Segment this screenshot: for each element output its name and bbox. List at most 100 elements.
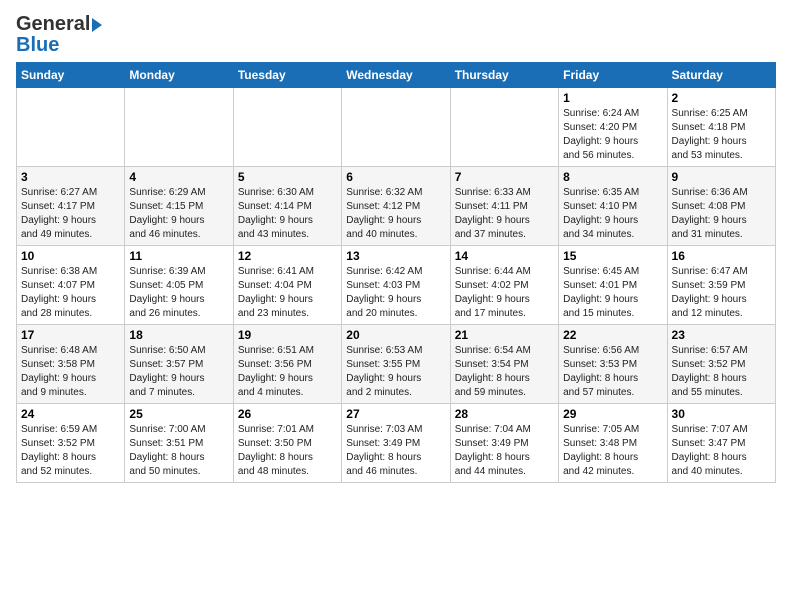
cell-content: 14Sunrise: 6:44 AM Sunset: 4:02 PM Dayli… <box>455 249 554 321</box>
cell-info: Sunrise: 6:39 AM Sunset: 4:05 PM Dayligh… <box>129 265 228 321</box>
week-row-0: 1 Sunrise: 6:24 AM Sunset: 4:20 PM Daylig… <box>17 88 776 167</box>
page: General Blue SundayMondayTuesdayWednesda… <box>0 0 792 493</box>
day-cell: 2 Sunrise: 6:25 AM Sunset: 4:18 PM Daylig… <box>667 88 775 167</box>
header: General Blue <box>16 10 776 56</box>
day-cell: 16Sunrise: 6:47 AM Sunset: 3:59 PM Dayli… <box>667 246 775 325</box>
day-number: 7 <box>455 170 554 184</box>
cell-content: 13Sunrise: 6:42 AM Sunset: 4:03 PM Dayli… <box>346 249 445 321</box>
cell-info: Sunrise: 6:33 AM Sunset: 4:11 PM Dayligh… <box>455 186 554 242</box>
cell-info: Sunrise: 6:38 AM Sunset: 4:07 PM Dayligh… <box>21 265 120 321</box>
header-cell-tuesday: Tuesday <box>233 63 341 88</box>
day-number: 26 <box>238 407 337 421</box>
day-cell: 13Sunrise: 6:42 AM Sunset: 4:03 PM Dayli… <box>342 246 450 325</box>
cell-info: Sunrise: 7:04 AM Sunset: 3:49 PM Dayligh… <box>455 423 554 479</box>
cell-info: Sunrise: 6:50 AM Sunset: 3:57 PM Dayligh… <box>129 344 228 400</box>
day-number: 14 <box>455 249 554 263</box>
cell-content: 17Sunrise: 6:48 AM Sunset: 3:58 PM Dayli… <box>21 328 120 400</box>
cell-content: 23 Sunrise: 6:57 AM Sunset: 3:52 PM Dayli… <box>672 328 771 400</box>
day-number: 27 <box>346 407 445 421</box>
day-number: 17 <box>21 328 120 342</box>
cell-info: Sunrise: 6:24 AM Sunset: 4:20 PM Dayligh… <box>563 107 662 163</box>
header-cell-thursday: Thursday <box>450 63 558 88</box>
day-cell: 9 Sunrise: 6:36 AM Sunset: 4:08 PM Daylig… <box>667 167 775 246</box>
week-row-1: 3 Sunrise: 6:27 AM Sunset: 4:17 PM Daylig… <box>17 167 776 246</box>
cell-info: Sunrise: 6:59 AM Sunset: 3:52 PM Dayligh… <box>21 423 120 479</box>
cell-content: 10 Sunrise: 6:38 AM Sunset: 4:07 PM Dayli… <box>21 249 120 321</box>
cell-info: Sunrise: 6:35 AM Sunset: 4:10 PM Dayligh… <box>563 186 662 242</box>
day-cell: 22Sunrise: 6:56 AM Sunset: 3:53 PM Dayli… <box>559 325 667 404</box>
day-cell: 30Sunrise: 7:07 AM Sunset: 3:47 PM Dayli… <box>667 404 775 483</box>
calendar-body: 1 Sunrise: 6:24 AM Sunset: 4:20 PM Daylig… <box>17 88 776 483</box>
header-cell-friday: Friday <box>559 63 667 88</box>
cell-info: Sunrise: 6:41 AM Sunset: 4:04 PM Dayligh… <box>238 265 337 321</box>
day-cell: 5Sunrise: 6:30 AM Sunset: 4:14 PM Daylig… <box>233 167 341 246</box>
cell-content: 19Sunrise: 6:51 AM Sunset: 3:56 PM Dayli… <box>238 328 337 400</box>
logo-wrapper: General Blue <box>16 14 102 56</box>
cell-content: 22Sunrise: 6:56 AM Sunset: 3:53 PM Dayli… <box>563 328 662 400</box>
cell-info: Sunrise: 6:42 AM Sunset: 4:03 PM Dayligh… <box>346 265 445 321</box>
cell-content: 6Sunrise: 6:32 AM Sunset: 4:12 PM Daylig… <box>346 170 445 242</box>
cell-info: Sunrise: 6:27 AM Sunset: 4:17 PM Dayligh… <box>21 186 120 242</box>
cell-info: Sunrise: 7:01 AM Sunset: 3:50 PM Dayligh… <box>238 423 337 479</box>
day-number: 21 <box>455 328 554 342</box>
day-cell: 24 Sunrise: 6:59 AM Sunset: 3:52 PM Dayli… <box>17 404 125 483</box>
cell-content: 24 Sunrise: 6:59 AM Sunset: 3:52 PM Dayli… <box>21 407 120 479</box>
header-cell-wednesday: Wednesday <box>342 63 450 88</box>
cell-info: Sunrise: 6:57 AM Sunset: 3:52 PM Dayligh… <box>672 344 771 400</box>
day-number: 3 <box>21 170 120 184</box>
day-cell: 26 Sunrise: 7:01 AM Sunset: 3:50 PM Dayli… <box>233 404 341 483</box>
cell-info: Sunrise: 6:30 AM Sunset: 4:14 PM Dayligh… <box>238 186 337 242</box>
day-number: 12 <box>238 249 337 263</box>
day-cell: 8Sunrise: 6:35 AM Sunset: 4:10 PM Daylig… <box>559 167 667 246</box>
day-cell: 12 Sunrise: 6:41 AM Sunset: 4:04 PM Dayli… <box>233 246 341 325</box>
logo-area: General Blue <box>16 10 102 56</box>
cell-info: Sunrise: 6:25 AM Sunset: 4:18 PM Dayligh… <box>672 107 771 163</box>
day-cell <box>342 88 450 167</box>
cell-content: 30Sunrise: 7:07 AM Sunset: 3:47 PM Dayli… <box>672 407 771 479</box>
day-number: 28 <box>455 407 554 421</box>
cell-content: 8Sunrise: 6:35 AM Sunset: 4:10 PM Daylig… <box>563 170 662 242</box>
week-row-4: 24 Sunrise: 6:59 AM Sunset: 3:52 PM Dayli… <box>17 404 776 483</box>
day-cell: 6Sunrise: 6:32 AM Sunset: 4:12 PM Daylig… <box>342 167 450 246</box>
day-cell <box>233 88 341 167</box>
day-number: 24 <box>21 407 120 421</box>
day-cell <box>17 88 125 167</box>
logo-triangle-inline <box>92 18 102 32</box>
day-cell: 29Sunrise: 7:05 AM Sunset: 3:48 PM Dayli… <box>559 404 667 483</box>
day-number: 10 <box>21 249 120 263</box>
day-number: 11 <box>129 249 228 263</box>
cell-info: Sunrise: 6:36 AM Sunset: 4:08 PM Dayligh… <box>672 186 771 242</box>
cell-content: 27Sunrise: 7:03 AM Sunset: 3:49 PM Dayli… <box>346 407 445 479</box>
day-number: 23 <box>672 328 771 342</box>
day-number: 6 <box>346 170 445 184</box>
calendar-header: SundayMondayTuesdayWednesdayThursdayFrid… <box>17 63 776 88</box>
day-number: 22 <box>563 328 662 342</box>
day-cell: 14Sunrise: 6:44 AM Sunset: 4:02 PM Dayli… <box>450 246 558 325</box>
header-cell-monday: Monday <box>125 63 233 88</box>
day-cell: 17Sunrise: 6:48 AM Sunset: 3:58 PM Dayli… <box>17 325 125 404</box>
cell-content: 26 Sunrise: 7:01 AM Sunset: 3:50 PM Dayli… <box>238 407 337 479</box>
day-number: 2 <box>672 91 771 105</box>
day-number: 25 <box>129 407 228 421</box>
day-number: 9 <box>672 170 771 184</box>
day-cell: 4Sunrise: 6:29 AM Sunset: 4:15 PM Daylig… <box>125 167 233 246</box>
day-cell: 25Sunrise: 7:00 AM Sunset: 3:51 PM Dayli… <box>125 404 233 483</box>
day-number: 1 <box>563 91 662 105</box>
day-cell: 27Sunrise: 7:03 AM Sunset: 3:49 PM Dayli… <box>342 404 450 483</box>
cell-content: 21Sunrise: 6:54 AM Sunset: 3:54 PM Dayli… <box>455 328 554 400</box>
calendar-table: SundayMondayTuesdayWednesdayThursdayFrid… <box>16 62 776 483</box>
week-row-2: 10 Sunrise: 6:38 AM Sunset: 4:07 PM Dayli… <box>17 246 776 325</box>
cell-info: Sunrise: 6:45 AM Sunset: 4:01 PM Dayligh… <box>563 265 662 321</box>
day-cell: 19Sunrise: 6:51 AM Sunset: 3:56 PM Dayli… <box>233 325 341 404</box>
day-cell: 21Sunrise: 6:54 AM Sunset: 3:54 PM Dayli… <box>450 325 558 404</box>
day-number: 4 <box>129 170 228 184</box>
day-cell: 10 Sunrise: 6:38 AM Sunset: 4:07 PM Dayli… <box>17 246 125 325</box>
day-cell: 20Sunrise: 6:53 AM Sunset: 3:55 PM Dayli… <box>342 325 450 404</box>
cell-info: Sunrise: 6:51 AM Sunset: 3:56 PM Dayligh… <box>238 344 337 400</box>
day-cell <box>450 88 558 167</box>
day-number: 20 <box>346 328 445 342</box>
day-cell <box>125 88 233 167</box>
day-number: 16 <box>672 249 771 263</box>
cell-content: 4Sunrise: 6:29 AM Sunset: 4:15 PM Daylig… <box>129 170 228 242</box>
day-cell: 11 Sunrise: 6:39 AM Sunset: 4:05 PM Dayli… <box>125 246 233 325</box>
